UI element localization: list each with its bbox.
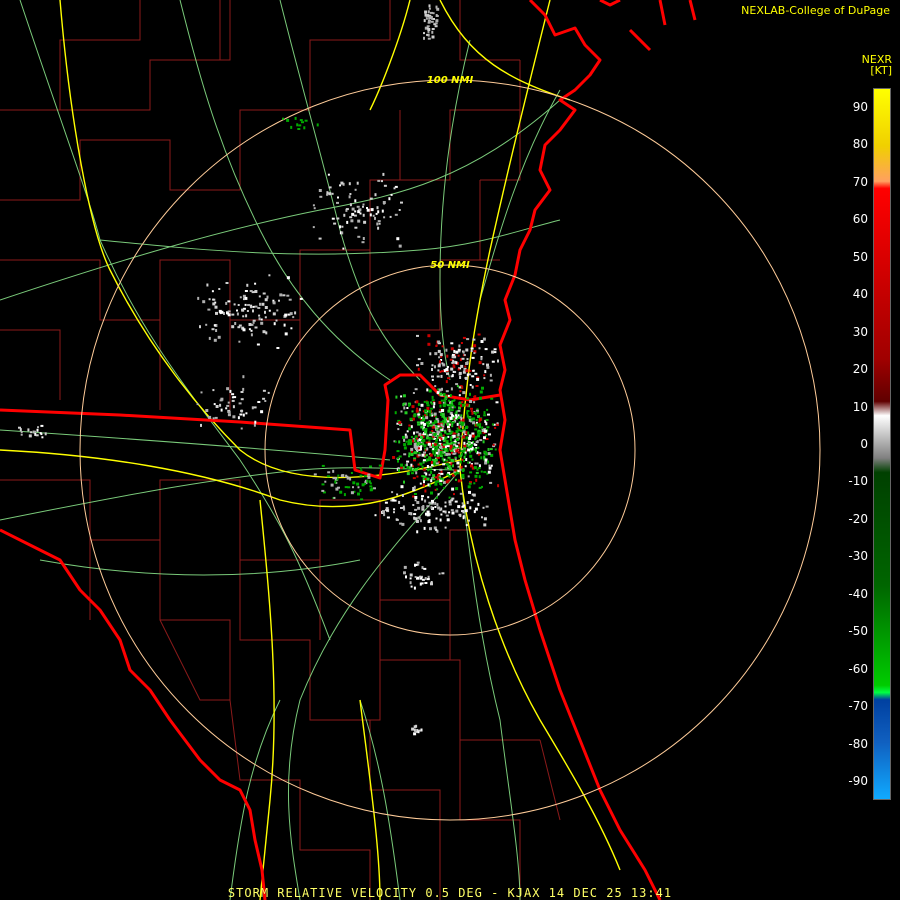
legend-tick: 20 <box>852 362 868 377</box>
legend-tick: -70 <box>848 699 868 714</box>
legend-title: NEXR [KT] <box>862 54 892 76</box>
legend-tick: 10 <box>852 399 868 414</box>
velocity-color-scale <box>873 88 891 800</box>
legend-tick: 90 <box>852 99 868 114</box>
legend-tick: 30 <box>852 324 868 339</box>
legend-tick: 50 <box>852 249 868 264</box>
radar-echoes <box>18 4 500 736</box>
legend-tick: -80 <box>848 736 868 751</box>
legend-tick: -20 <box>848 511 868 526</box>
radar-map: 50 NMI 100 NMI <box>0 0 821 900</box>
legend-tick: -10 <box>848 474 868 489</box>
legend-tick: -60 <box>848 661 868 676</box>
legend-tick: -90 <box>848 774 868 789</box>
legend-tick: 70 <box>852 174 868 189</box>
legend-tick: -30 <box>848 549 868 564</box>
legend-tick: 80 <box>852 137 868 152</box>
legend-tick: -50 <box>848 624 868 639</box>
legend-tick: -40 <box>848 586 868 601</box>
ring-label-50: 50 NMI <box>430 260 470 271</box>
interstates <box>0 0 621 900</box>
legend-tick: 60 <box>852 212 868 227</box>
product-caption: STORM RELATIVE VELOCITY 0.5 DEG - KJAX 1… <box>227 886 673 900</box>
credit-label: NEXLAB-College of DuPage <box>741 4 890 17</box>
coastline <box>0 0 697 900</box>
legend-unit: [KT] <box>870 64 892 77</box>
ring-label-100: 100 NMI <box>427 75 474 86</box>
legend-tick: 0 <box>860 437 868 451</box>
legend-tick: 40 <box>852 287 868 302</box>
